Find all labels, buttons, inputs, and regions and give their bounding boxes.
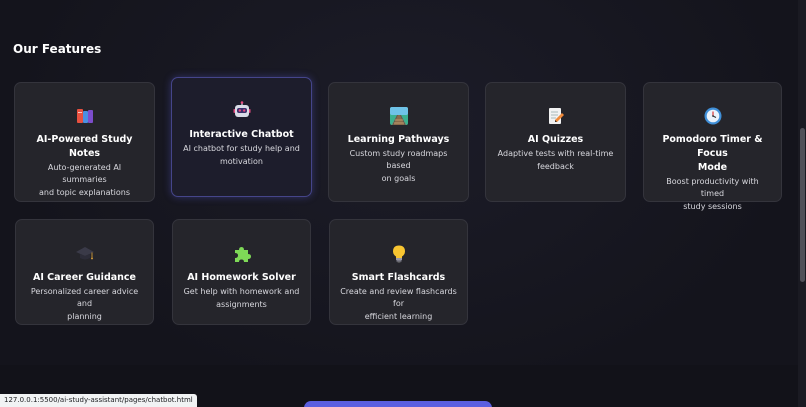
feature-card-learning-pathways[interactable]: Learning Pathways Custom study roadmaps … (328, 82, 469, 202)
feature-desc-line: and topic explanations (38, 188, 131, 197)
feature-desc-line: efficient learning (364, 312, 433, 321)
feature-title: Interactive Chatbot (189, 129, 294, 140)
feature-title: Learning Pathways (347, 134, 450, 145)
feature-desc-line: planning (67, 312, 102, 321)
section-title: Our Features (13, 42, 102, 56)
puzzle-piece-icon (231, 243, 253, 265)
feature-desc-line: AI chatbot for study help and (183, 144, 300, 153)
feature-title: AI-Powered Study Notes (36, 134, 133, 159)
feature-desc-line: assignments (216, 300, 267, 309)
feature-desc-line: Create and review flashcards for (340, 287, 457, 308)
railway-track-icon (388, 105, 410, 127)
feature-desc-line: Personalized career advice and (30, 287, 139, 308)
feature-card-chatbot[interactable]: Interactive Chatbot AI chatbot for study… (171, 77, 312, 197)
feature-title: AI Homework Solver (187, 272, 296, 283)
features-page: Our Features AI-Powered Study Notes Auto… (0, 0, 806, 407)
feature-card-pomodoro[interactable]: Pomodoro Timer & Focus Mode Boost produc… (643, 82, 782, 211)
feature-card-ai-quizzes[interactable]: AI Quizzes Adaptive tests with real-time… (485, 82, 626, 202)
memo-pencil-icon (545, 105, 567, 127)
feature-desc-line: feedback (537, 162, 574, 171)
feature-desc-line: study sessions (683, 202, 742, 211)
feature-desc-line: Custom study roadmaps based (349, 149, 448, 170)
robot-icon (231, 100, 253, 122)
partial-cta-button[interactable] (304, 401, 492, 407)
feature-title-line: Mode (697, 162, 728, 173)
light-bulb-icon (388, 243, 410, 265)
graduation-cap-icon (74, 243, 96, 265)
feature-title: AI Career Guidance (32, 272, 136, 283)
feature-desc-line: Boost productivity with timed (666, 177, 759, 198)
feature-card-study-notes[interactable]: AI-Powered Study Notes Auto-generated AI… (14, 82, 155, 202)
status-bar-url: 127.0.0.1:5500/ai-study-assistant/pages/… (0, 394, 197, 407)
feature-desc-line: Adaptive tests with real-time (497, 149, 614, 158)
feature-card-career-guidance[interactable]: AI Career Guidance Personalized career a… (15, 219, 154, 325)
feature-title-line: Pomodoro Timer & Focus (662, 134, 763, 159)
feature-desc-line: motivation (219, 157, 263, 166)
feature-desc-line: Auto-generated AI summaries (47, 163, 122, 184)
feature-title: AI Quizzes (527, 134, 584, 145)
scrollbar-track[interactable] (798, 0, 806, 407)
feature-title: Smart Flashcards (351, 272, 446, 283)
stopwatch-icon (702, 105, 724, 127)
books-icon (74, 105, 96, 127)
feature-desc-line: Get help with homework and (183, 287, 300, 296)
feature-card-homework-solver[interactable]: AI Homework Solver Get help with homewor… (172, 219, 311, 325)
feature-desc-line: on goals (381, 174, 416, 183)
scrollbar-thumb[interactable] (800, 128, 805, 282)
feature-card-flashcards[interactable]: Smart Flashcards Create and review flash… (329, 219, 468, 325)
